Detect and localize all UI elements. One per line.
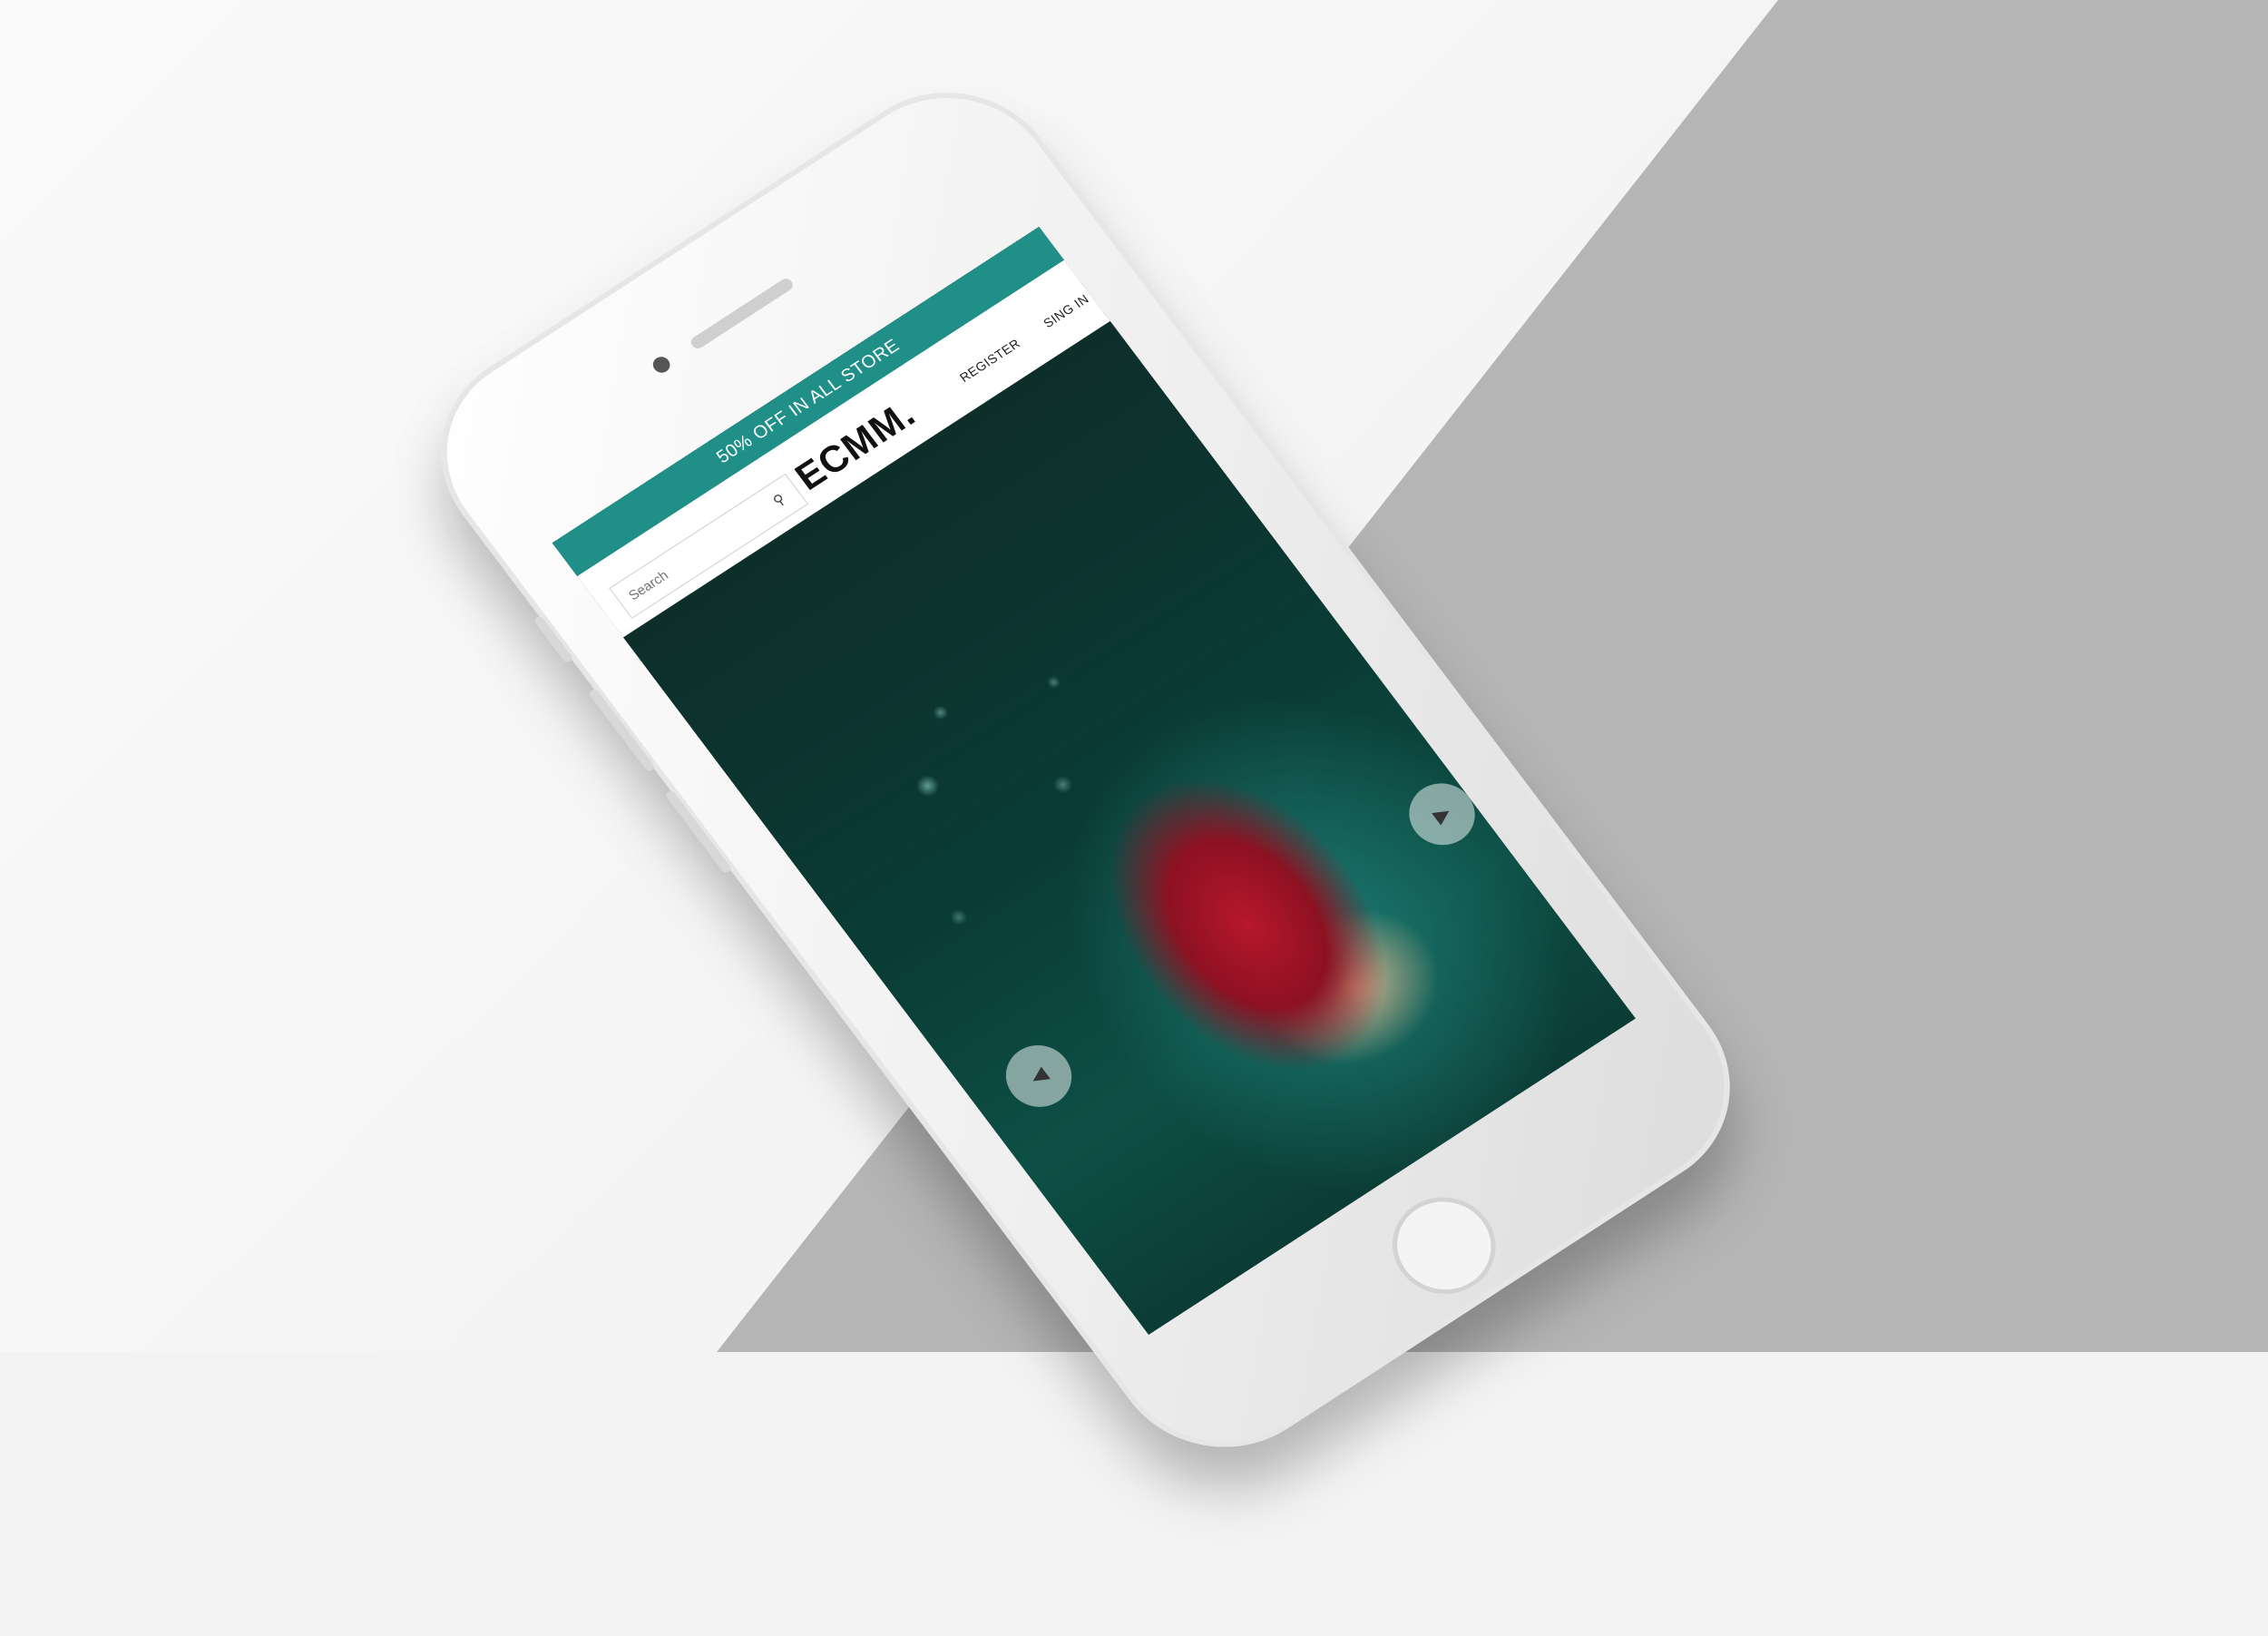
search-icon[interactable]: ⚲ [769,490,789,510]
home-button [1372,1178,1517,1313]
register-link[interactable]: REGISTER [957,336,1023,385]
volume-up-button [588,688,656,773]
volume-down-button [664,789,733,875]
chevron-right-icon: ▶ [1428,800,1455,828]
mute-switch [533,614,574,664]
chevron-left-icon: ◀ [1025,1062,1052,1090]
sign-in-link[interactable]: SING IN [1041,291,1091,330]
camera-icon [650,353,674,377]
speaker-grille [689,276,796,351]
phone-screen: 50% OFF IN ALL STORE ⚲ ECMM. REGISTER SI… [552,226,1636,1335]
